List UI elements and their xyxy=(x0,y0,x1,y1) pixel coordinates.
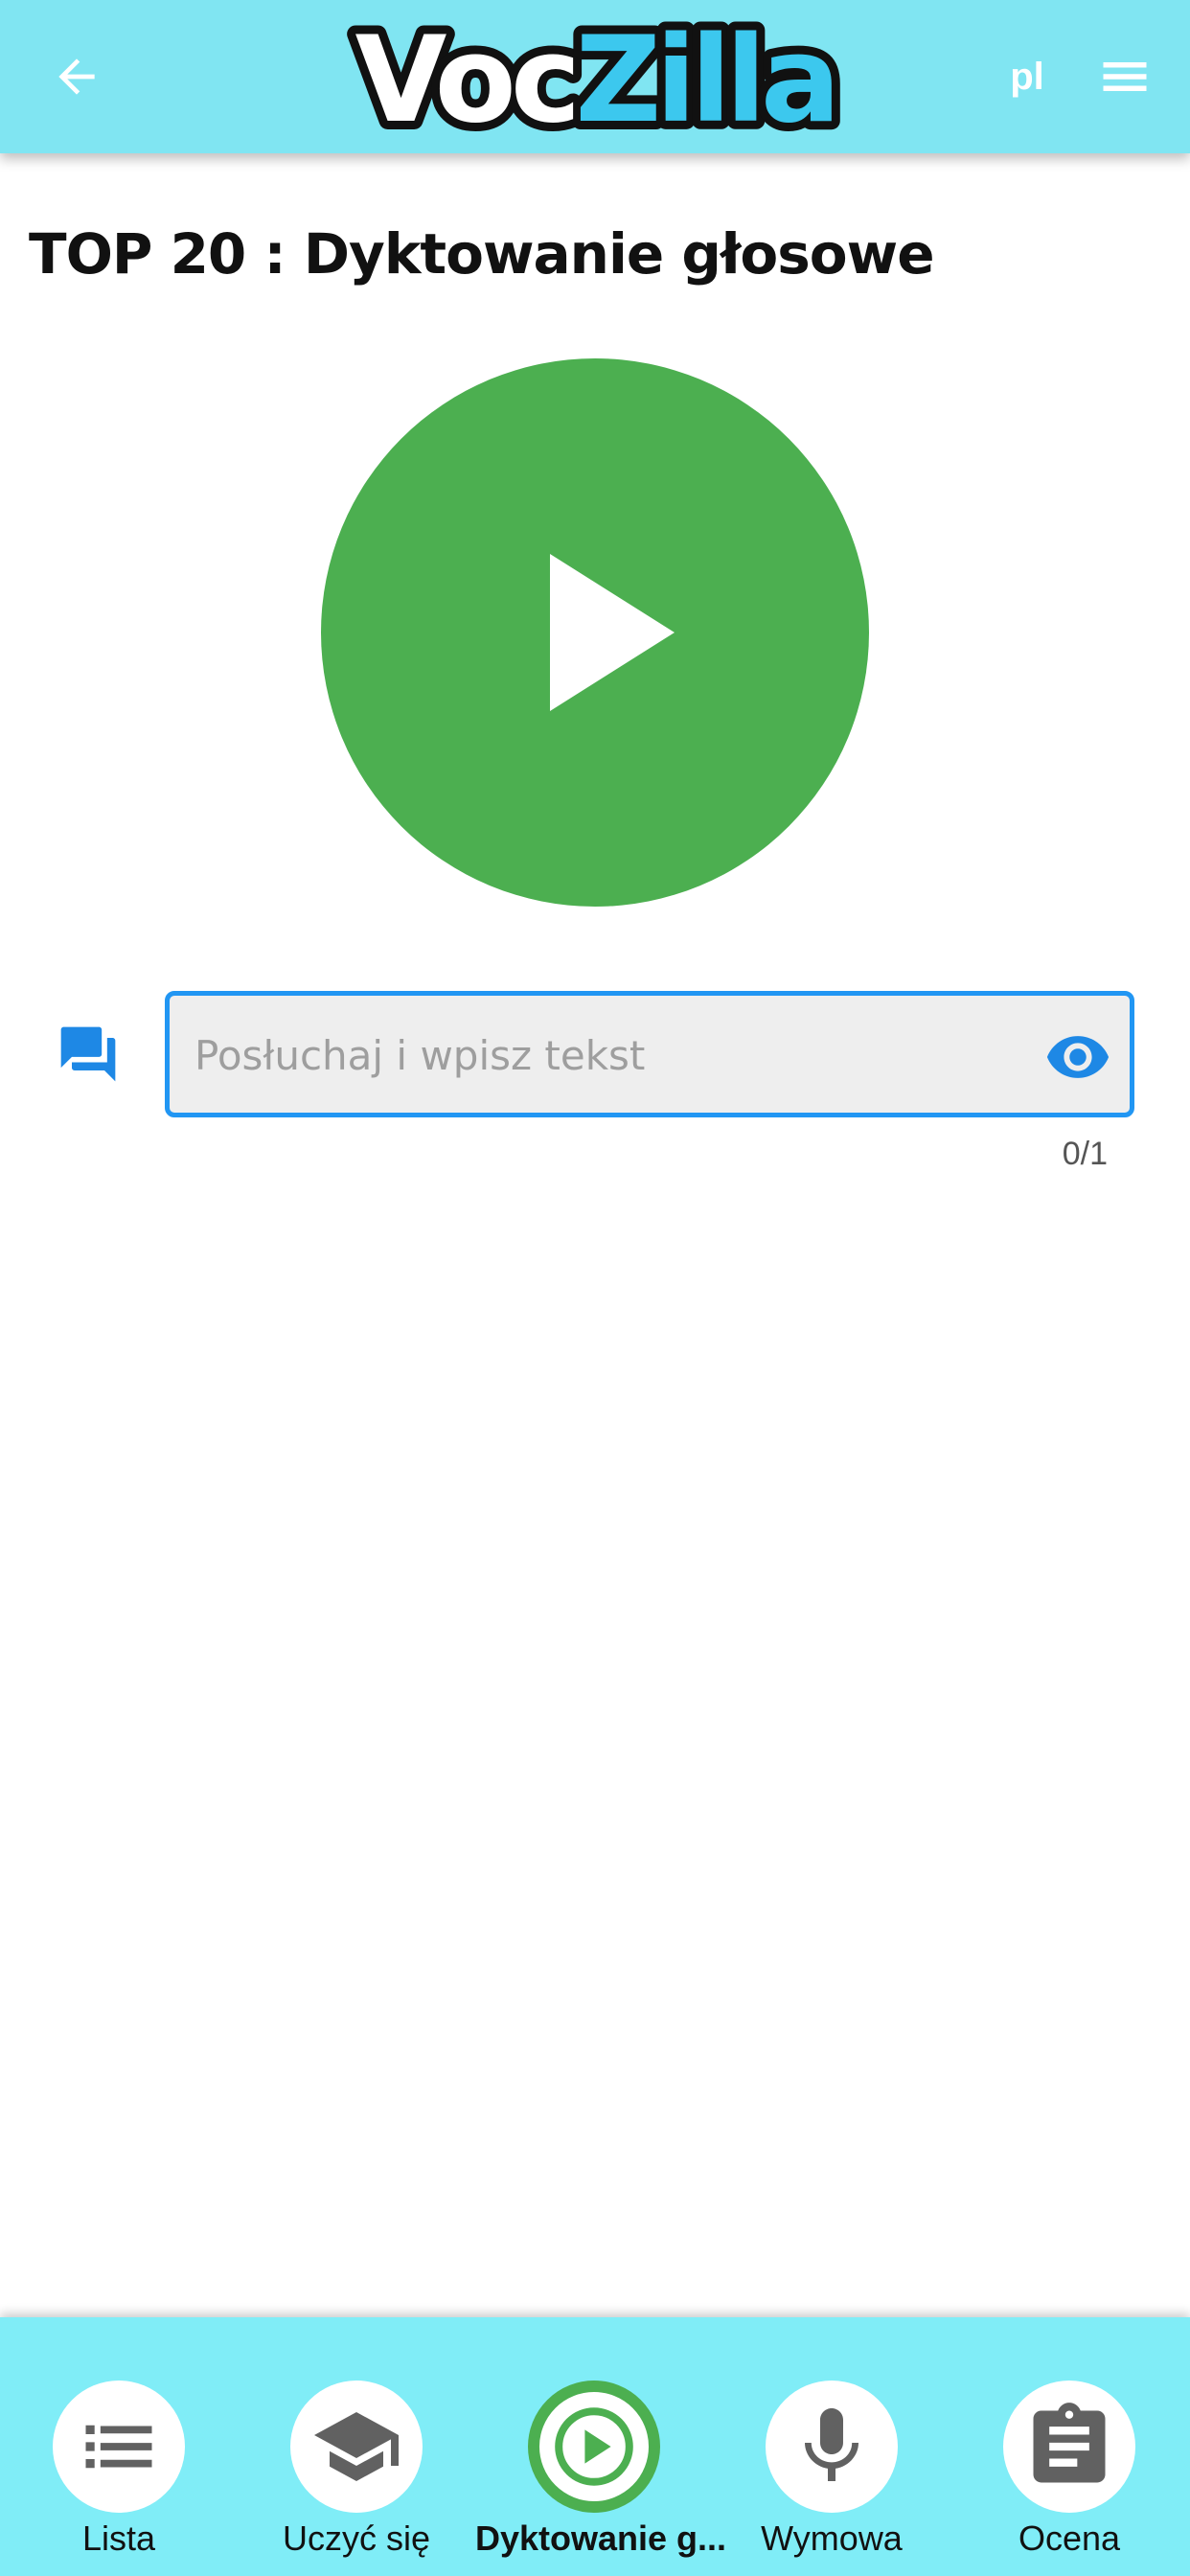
hamburger-menu-icon xyxy=(1103,62,1147,91)
voczilla-logo: VocZilla VocZilla xyxy=(347,8,850,146)
menu-button[interactable] xyxy=(1087,38,1163,115)
nav-item-ocena[interactable]: Ocena xyxy=(950,2317,1188,2576)
nav-item-uczyc-sie[interactable]: Uczyć się xyxy=(238,2317,475,2576)
bottom-navigation: Lista Uczyć się Dyktowanie g... Wymowa O… xyxy=(0,2317,1190,2576)
svg-text:VocZilla: VocZilla xyxy=(355,12,835,146)
nav-item-wymowa[interactable]: Wymowa xyxy=(713,2317,950,2576)
app-header: VocZilla VocZilla pl xyxy=(0,0,1190,153)
language-selector[interactable]: pl xyxy=(996,50,1058,104)
microphone-icon xyxy=(805,2408,858,2481)
nav-icon-circle xyxy=(53,2380,185,2513)
list-icon xyxy=(85,2425,152,2469)
play-icon xyxy=(550,554,675,711)
nav-icon-circle xyxy=(1003,2380,1135,2513)
nav-icon-circle-active xyxy=(528,2380,660,2513)
nav-icon-circle xyxy=(290,2380,423,2513)
dictation-input[interactable] xyxy=(193,1015,1020,1095)
chat-bubbles-icon xyxy=(60,1026,116,1082)
back-button[interactable] xyxy=(38,38,115,115)
character-counter: 0/1 xyxy=(1062,1136,1108,1172)
eye-icon xyxy=(1046,1036,1110,1078)
play-audio-button[interactable] xyxy=(321,358,869,907)
nav-label: Ocena xyxy=(1018,2518,1121,2558)
nav-icon-circle xyxy=(766,2380,898,2513)
nav-label-active: Dyktowanie g... xyxy=(475,2518,727,2558)
graduation-cap-icon xyxy=(314,2412,399,2481)
nav-label: Lista xyxy=(81,2518,156,2558)
logo-word-zilla: Zilla xyxy=(575,12,835,146)
play-circle-icon xyxy=(555,2407,633,2486)
nav-item-dyktowanie[interactable]: Dyktowanie g... xyxy=(475,2317,727,2576)
page-title: TOP 20 : Dyktowanie głosowe xyxy=(29,221,935,287)
logo-word-voc: Voc xyxy=(355,12,576,146)
reveal-answer-button[interactable] xyxy=(1040,1019,1116,1095)
nav-label: Wymowa xyxy=(761,2518,903,2558)
arrow-left-icon xyxy=(58,58,95,95)
clipboard-icon xyxy=(1033,2403,1106,2483)
dictation-input-field xyxy=(165,991,1134,1117)
nav-item-lista[interactable]: Lista xyxy=(0,2317,238,2576)
nav-label: Uczyć się xyxy=(282,2518,431,2558)
